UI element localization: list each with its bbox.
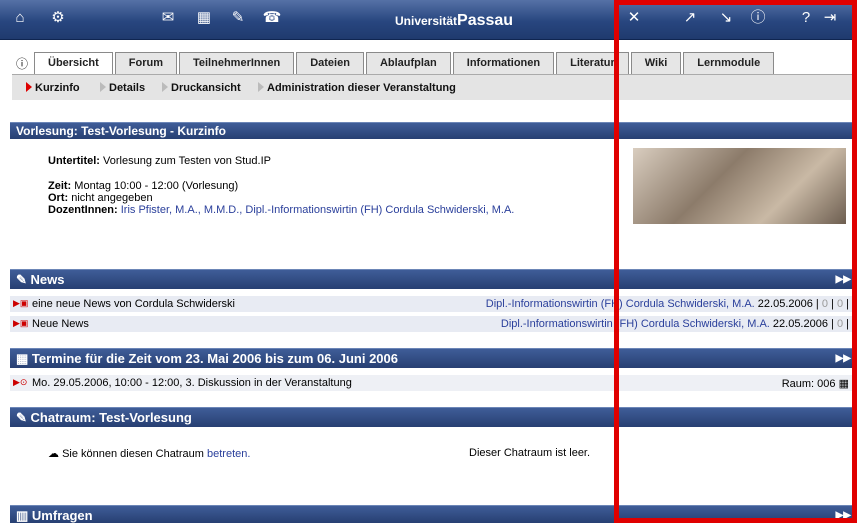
course-photo bbox=[633, 148, 846, 224]
calendar-icon[interactable]: ▦ bbox=[194, 9, 214, 27]
subnav-administration[interactable]: Administration dieser Veranstaltung bbox=[258, 82, 456, 94]
edit-icon[interactable]: ↗ bbox=[680, 9, 700, 27]
tab-lernmodule[interactable]: Lernmodule bbox=[683, 52, 775, 74]
expand-icon[interactable]: ▶▶ bbox=[836, 274, 851, 285]
tab-informationen[interactable]: Informationen bbox=[452, 52, 555, 74]
top-navigation-bar: ⌂ ⚙ ✉ ▦ ✎ ☎ UniversitätPassau ✕ ↗ ↘ ⓘ ? … bbox=[0, 0, 857, 40]
messenger-icon[interactable]: ☎ bbox=[262, 9, 282, 27]
search-icon[interactable]: ↘ bbox=[716, 9, 736, 27]
university-logo: UniversitätPassau bbox=[395, 12, 514, 29]
news-row[interactable]: ▶▣ Neue News Dipl.-Informationswirtin (F… bbox=[10, 316, 857, 333]
poll-icon: ▥ bbox=[16, 508, 29, 523]
home-icon[interactable]: ⌂ bbox=[10, 9, 30, 27]
kurzinfo-body: Untertitel: Vorlesung zum Testen von Stu… bbox=[48, 155, 515, 216]
chat-status: Dieser Chatraum ist leer. bbox=[469, 447, 591, 459]
chat-header: ✎ Chatraum: Test-Vorlesung bbox=[10, 407, 857, 427]
subnav-details[interactable]: Details bbox=[100, 82, 145, 94]
info-icon[interactable]: ⓘ bbox=[748, 9, 768, 27]
arrow-icon bbox=[258, 82, 264, 92]
expand-icon[interactable]: ▶▶ bbox=[836, 510, 851, 521]
dozent-links[interactable]: Iris Pfister, M.A., M.M.D., Dipl.-Inform… bbox=[121, 204, 515, 216]
tools-icon[interactable]: ✕ bbox=[624, 9, 644, 27]
info-circle-icon[interactable]: ⓘ bbox=[16, 55, 28, 72]
subnav-druckansicht[interactable]: Druckansicht bbox=[162, 82, 241, 94]
expand-arrow-icon[interactable]: ▶▣ bbox=[13, 318, 28, 329]
active-arrow-icon bbox=[26, 82, 32, 92]
tab-ablaufplan[interactable]: Ablaufplan bbox=[365, 52, 451, 74]
umfragen-header: ▥ Umfragen ▶▶ bbox=[10, 505, 857, 523]
tab-forum[interactable]: Forum bbox=[114, 52, 177, 74]
sub-navigation: Kurzinfo Details Druckansicht Administra… bbox=[12, 74, 857, 100]
chat-body: ☁ Sie können diesen Chatraum betreten. bbox=[48, 448, 251, 460]
expand-arrow-icon[interactable]: ▶⊙ bbox=[13, 377, 27, 388]
logout-icon[interactable]: ⇥ bbox=[820, 9, 840, 27]
tab-teilnehmer[interactable]: TeilnehmerInnen bbox=[178, 52, 295, 74]
arrow-icon bbox=[162, 82, 168, 92]
news-header: ✎ News ▶▶ bbox=[10, 269, 857, 289]
chat-icon[interactable]: ✎ bbox=[228, 9, 248, 27]
tab-dateien[interactable]: Dateien bbox=[296, 52, 364, 74]
tab-wiki[interactable]: Wiki bbox=[630, 52, 682, 74]
help-icon[interactable]: ? bbox=[796, 9, 816, 27]
tab-literatur[interactable]: Literatur bbox=[556, 52, 629, 74]
news-row[interactable]: ▶▣ eine neue News von Cordula Schwidersk… bbox=[10, 296, 857, 313]
termine-header: ▦ Termine für die Zeit vom 23. Mai 2006 … bbox=[10, 348, 857, 368]
chat-bubble-icon: ☁ bbox=[48, 448, 59, 460]
expand-arrow-icon[interactable]: ▶▣ bbox=[13, 298, 28, 309]
expand-icon[interactable]: ▶▶ bbox=[836, 353, 851, 364]
calendar-icon: ▦ bbox=[16, 351, 29, 366]
calendar-small-icon[interactable]: ▦ bbox=[839, 378, 849, 390]
termin-row[interactable]: ▶⊙ Mo. 29.05.2006, 10:00 - 12:00, 3. Dis… bbox=[10, 375, 857, 392]
arrow-icon bbox=[100, 82, 106, 92]
news-icon: ✎ bbox=[16, 272, 27, 287]
chat-icon: ✎ bbox=[16, 410, 27, 425]
settings-icon[interactable]: ⚙ bbox=[48, 9, 68, 27]
mail-icon[interactable]: ✉ bbox=[158, 9, 178, 27]
course-tabs: Übersicht Forum TeilnehmerInnen Dateien … bbox=[34, 52, 776, 75]
tab-uebersicht[interactable]: Übersicht bbox=[34, 52, 113, 75]
chat-enter-link[interactable]: betreten. bbox=[207, 448, 250, 460]
kurzinfo-header: Vorlesung: Test-Vorlesung - Kurzinfo bbox=[10, 122, 857, 139]
subnav-kurzinfo[interactable]: Kurzinfo bbox=[26, 82, 80, 94]
